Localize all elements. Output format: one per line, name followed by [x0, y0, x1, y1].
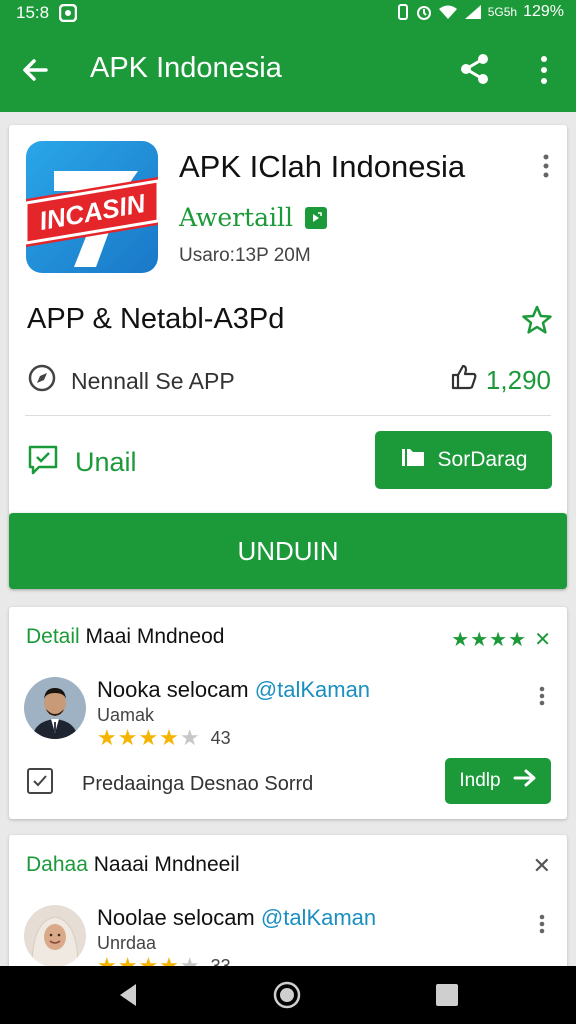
- status-bar: 15:8 5G5h 129%: [0, 0, 576, 28]
- app-bar: APK Indonesia: [0, 28, 576, 112]
- arrow-right-icon: [513, 768, 537, 794]
- wifi-icon: [438, 4, 458, 20]
- app-icon: INCASIN: [26, 141, 158, 273]
- review-header-accent: Dahaa: [26, 853, 88, 876]
- rating-count: 43: [210, 727, 231, 748]
- back-arrow-icon[interactable]: [18, 52, 54, 88]
- email-row[interactable]: Unail: [27, 443, 137, 482]
- install-label: Nennall Se APP: [71, 367, 235, 394]
- notification-icon: [59, 4, 78, 22]
- reviewer-name-line: Nooka selocam @talKaman: [97, 677, 370, 703]
- reviewer-role: Unrdaa: [97, 933, 157, 953]
- review-header: Detail Maai Mndneod: [26, 625, 224, 649]
- app-name: APK IClah Indonesia: [179, 149, 466, 184]
- likes-count[interactable]: 1,290: [450, 363, 551, 398]
- verified-badge-icon: [305, 206, 328, 229]
- reviewer-name: Noolae selocam: [97, 905, 255, 930]
- close-icon[interactable]: ✕: [534, 627, 551, 652]
- nav-back-icon[interactable]: [114, 980, 144, 1010]
- review-header-accent: Detail: [26, 625, 80, 648]
- thumbs-up-icon: [450, 363, 478, 398]
- install-row[interactable]: Nennall Se APP: [27, 363, 235, 399]
- review-rating: ★★★★★ 43: [97, 725, 231, 751]
- review-more-icon[interactable]: [535, 913, 549, 935]
- navigation-bar: [0, 966, 576, 1024]
- battery-level: 129%: [523, 3, 564, 20]
- rating-stars: ★★★★★: [97, 725, 201, 750]
- reviewer-name: Nooka selocam: [97, 677, 249, 702]
- close-icon[interactable]: ✕: [533, 853, 551, 879]
- app-meta: Usaro:13P 20M: [179, 245, 311, 266]
- alarm-icon: [416, 3, 432, 21]
- review-header: Dahaa Naaai Mndneeil: [26, 853, 240, 877]
- divider: [25, 415, 551, 416]
- message-icon: [27, 443, 59, 482]
- vibrate-icon: [396, 3, 410, 21]
- reviewer-name-line: Noolae selocam @talKaman: [97, 905, 376, 931]
- review-card: Detail Maai Mndneod ★★★★ ✕ Nooka selocam…: [9, 607, 567, 819]
- app-info-card: INCASIN APK IClah Indonesia Awertaill Us…: [9, 125, 567, 515]
- avatar[interactable]: [24, 905, 86, 967]
- favorite-star-icon[interactable]: [522, 305, 552, 335]
- network-type: 5G5h: [487, 5, 518, 19]
- reply-button-label: Indlp: [459, 770, 501, 791]
- reviewer-role: Uamak: [97, 705, 155, 725]
- likes-value: 1,290: [485, 365, 551, 395]
- share-icon[interactable]: [456, 50, 494, 88]
- nav-home-icon[interactable]: [272, 980, 302, 1010]
- signal-icon: [464, 4, 482, 20]
- checkbox-icon[interactable]: [26, 767, 54, 801]
- app-subtitle: APP & Netabl-A3Pd: [27, 303, 285, 335]
- status-time: 15:8: [16, 3, 50, 22]
- page-title: APK Indonesia: [90, 52, 282, 84]
- share-button-label: SorDarag: [437, 448, 528, 471]
- download-button[interactable]: UNDUIN: [9, 513, 567, 589]
- card-more-icon[interactable]: [538, 153, 554, 179]
- review-header-text: Maai Mndneod: [79, 625, 225, 648]
- review-action-text: Predaainga Desnao Sorrd: [82, 772, 314, 795]
- compass-icon: [27, 363, 57, 399]
- reviewer-handle[interactable]: @talKaman: [261, 905, 376, 930]
- review-more-icon[interactable]: [535, 685, 549, 707]
- share-button[interactable]: SorDarag: [375, 431, 552, 489]
- folder-icon: [400, 445, 426, 475]
- developer-row[interactable]: Awertaill: [179, 203, 328, 232]
- nav-recents-icon[interactable]: [432, 980, 462, 1010]
- reply-button[interactable]: Indlp: [445, 758, 551, 804]
- email-label: Unail: [75, 447, 137, 477]
- review-header-text: Naaai Mndneeil: [87, 853, 240, 876]
- review-action-row: Predaainga Desnao Sorrd: [26, 767, 313, 801]
- more-options-icon[interactable]: [530, 52, 558, 88]
- developer-name[interactable]: Awertaill: [179, 203, 293, 232]
- reviewer-handle[interactable]: @talKaman: [255, 677, 370, 702]
- avatar[interactable]: [24, 677, 86, 739]
- header-rating-stars: ★★★★: [451, 629, 527, 651]
